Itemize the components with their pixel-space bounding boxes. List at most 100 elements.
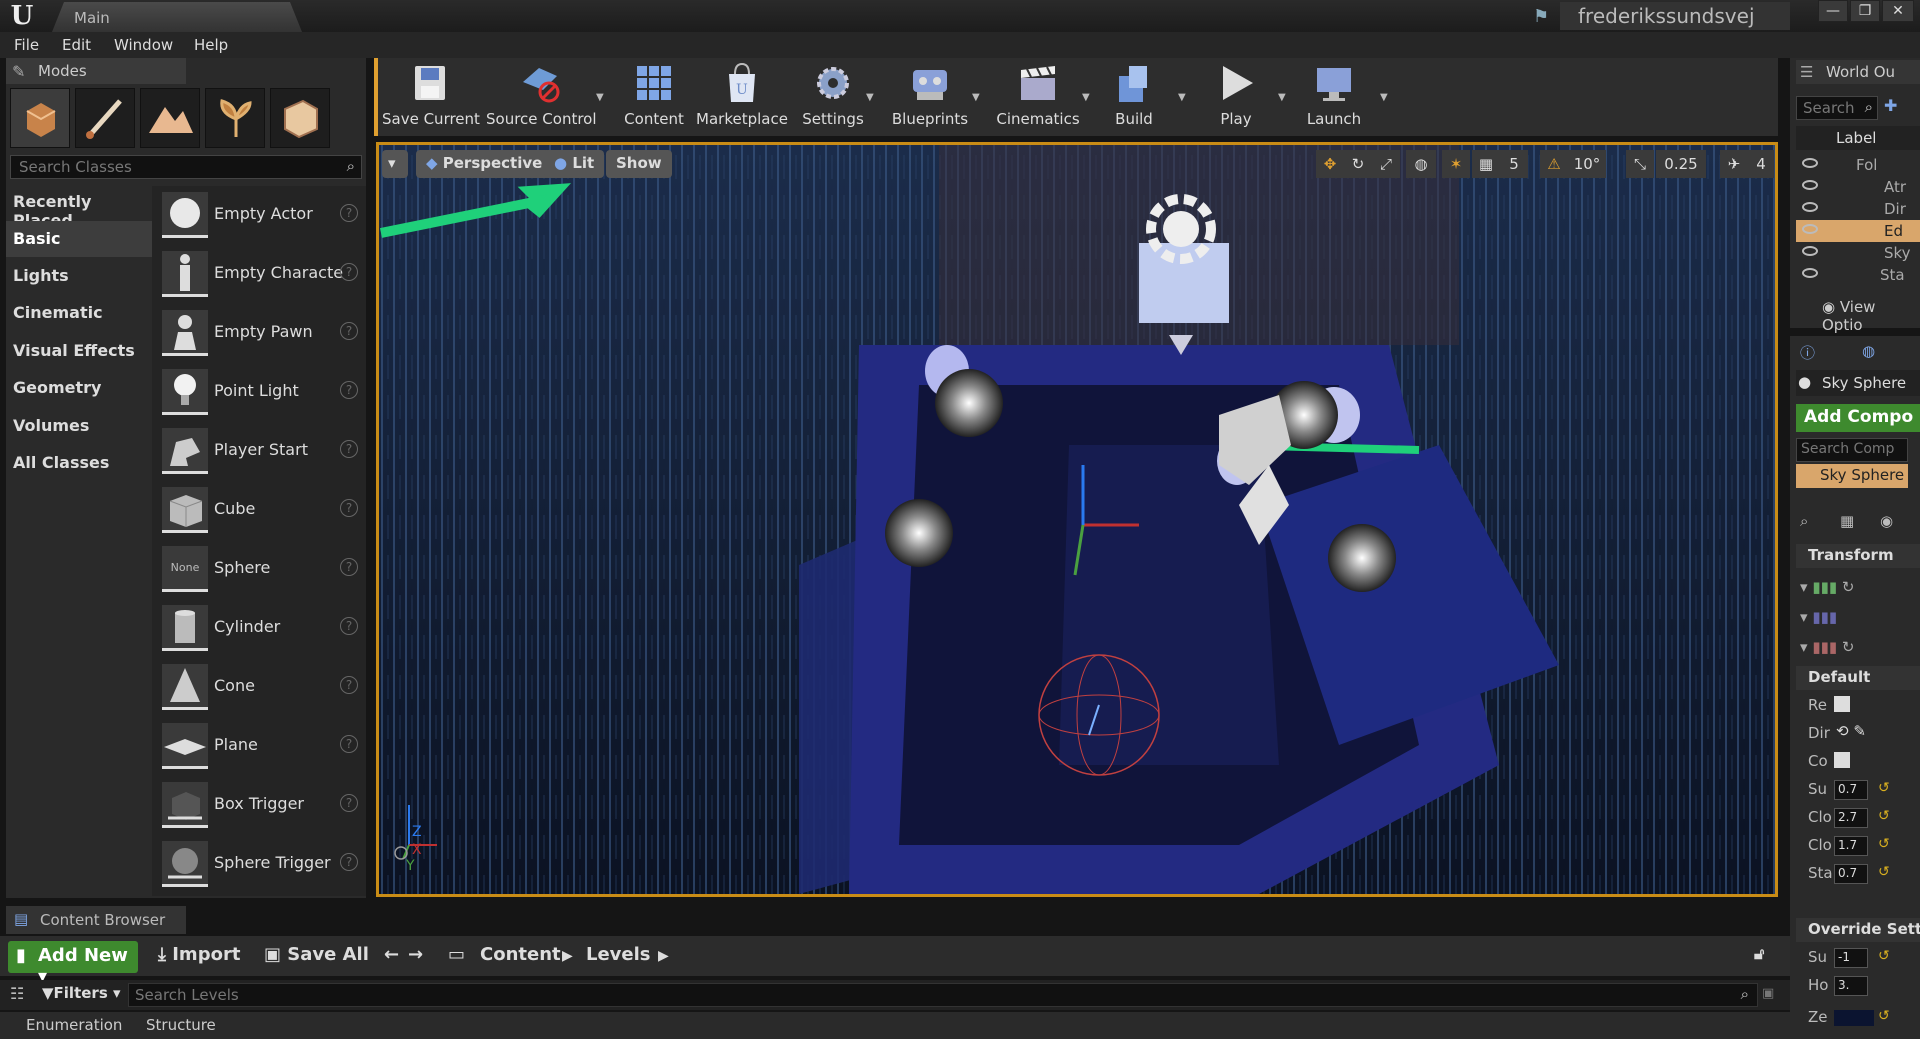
default-row-sun-brightness[interactable]: Su 0.7 ↺ [1796,778,1920,804]
reset-icon[interactable]: ↺ [1878,864,1890,880]
transform-fields[interactable]: ▾ ▮▮▮ ↻ ▾ ▮▮▮ ▾ ▮▮▮ ↻ [1800,572,1890,662]
visibility-eye-icon[interactable] [1802,268,1818,278]
paint-mode-icon[interactable] [75,88,135,148]
help-icon[interactable]: ? [340,440,358,458]
marketplace-button[interactable]: U Marketplace [694,62,790,134]
help-icon[interactable]: ? [340,322,358,340]
minimize-button[interactable]: — [1818,0,1848,22]
visibility-eye-icon[interactable] [1802,158,1818,168]
settings-button[interactable]: Settings [798,62,868,134]
reset-icon[interactable]: ↺ [1878,808,1890,824]
camera-speed-icon[interactable]: ✈ [1720,150,1748,178]
visibility-eye-icon[interactable] [1802,180,1818,190]
build-dropdown[interactable]: ▼ [1178,92,1186,103]
help-icon[interactable]: ? [340,263,358,281]
maximize-button[interactable]: ❐ [1850,0,1880,22]
scale-snap-value[interactable]: 0.25 [1656,150,1706,178]
override-settings-section[interactable]: Override Settin [1796,918,1920,942]
save-current-button[interactable]: Save Current [382,62,480,134]
visibility-eye-icon[interactable] [1802,224,1818,234]
path-content[interactable]: Content [480,944,561,965]
visibility-eye-icon[interactable] [1802,202,1818,212]
scale-tool-icon[interactable]: ⤢ [1372,150,1400,178]
override-row-zenith-color[interactable]: Ze ↺ [1796,1006,1920,1032]
override-row-sun-height[interactable]: Su -1 ↺ [1796,946,1920,972]
property-checkbox[interactable] [1834,752,1850,768]
play-dropdown[interactable]: ▼ [1278,92,1286,103]
picker-icon[interactable]: ⟲ ✎ [1836,722,1866,740]
grid-view-icon[interactable]: ▦ [1840,512,1854,530]
geometry-mode-icon[interactable] [270,88,330,148]
property-checkbox[interactable] [1834,696,1850,712]
default-row-cloud-opacity[interactable]: Clo 1.7 ↺ [1796,834,1920,860]
foliage-mode-icon[interactable] [205,88,265,148]
class-cube[interactable]: Cube? [152,481,366,539]
menu-help[interactable]: Help [194,36,228,54]
help-icon[interactable]: ? [340,204,358,222]
source-control-button[interactable]: Source Control [486,62,597,134]
search-classes-input[interactable]: Search Classes ⌕ [10,155,362,179]
grid-snap-icon[interactable]: ▦ [1472,150,1500,178]
settings-dropdown[interactable]: ▼ [866,92,874,103]
world-outliner-tab[interactable]: World Ou [1796,60,1920,84]
override-row-horizon-falloff[interactable]: Ho 3. [1796,974,1920,1000]
search-icon[interactable]: ⌕ [1800,512,1808,530]
eye-icon[interactable]: ◉ [1880,512,1893,530]
category-all-classes[interactable]: All Classes [6,445,152,481]
help-icon[interactable]: ? [340,381,358,399]
level-viewport[interactable] [376,142,1778,897]
class-empty-pawn[interactable]: Empty Pawn? [152,304,366,362]
visibility-eye-icon[interactable] [1802,246,1818,256]
add-component-button[interactable]: Add Compo [1796,404,1920,432]
help-icon[interactable]: ? [340,617,358,635]
outliner-row-directional-light[interactable]: Dir [1796,198,1920,220]
property-value[interactable]: -1 [1834,948,1868,968]
transform-section[interactable]: Transform [1796,544,1920,568]
source-control-dropdown[interactable]: ▼ [596,92,604,103]
landscape-mode-icon[interactable] [140,88,200,148]
path-separator-icon[interactable]: ▶ [658,948,669,964]
class-empty-actor[interactable]: Empty Actor? [152,186,366,244]
launch-dropdown[interactable]: ▼ [1380,92,1388,103]
reset-icon[interactable]: ↺ [1878,1008,1890,1024]
menu-window[interactable]: Window [114,36,173,54]
filters-button[interactable]: ▼Filters ▾ [42,984,121,1002]
category-volumes[interactable]: Volumes [6,408,152,444]
default-row-refresh[interactable]: Re [1796,694,1920,720]
surface-snap-icon[interactable]: ✶ [1442,150,1470,178]
asset-tab-structure[interactable]: Structure [146,1016,216,1034]
scale-snap-icon[interactable]: ⤡ [1626,150,1654,178]
path-separator-icon[interactable]: ▶ [562,948,573,964]
build-button[interactable]: Build [1102,62,1166,134]
viewport-options-dropdown[interactable]: ▾ [382,150,408,178]
close-button[interactable]: ✕ [1882,0,1914,22]
category-visual-effects[interactable]: Visual Effects [6,333,152,369]
path-levels[interactable]: Levels [586,944,651,965]
translate-tool-icon[interactable]: ✥ [1316,150,1344,178]
outliner-search-input[interactable]: Search ⌕ [1796,96,1878,120]
outliner-row-selected[interactable]: Ed [1796,220,1920,242]
selected-actor-name[interactable]: Sky Sphere [1796,370,1920,396]
asset-tab-enumeration[interactable]: Enumeration [26,1016,122,1034]
content-browser-tab[interactable]: Content Browser [6,906,186,934]
property-value[interactable]: 3. [1834,976,1868,996]
world-local-icon[interactable]: ◍ [1406,150,1436,178]
rotation-snap-icon[interactable]: ⚠ [1540,150,1568,178]
category-basic[interactable]: Basic [6,221,152,257]
default-row-cloud-speed[interactable]: Clo 2.7 ↺ [1796,806,1920,832]
menu-file[interactable]: File [14,36,39,54]
outliner-row-atmosphere[interactable]: Atr [1796,176,1920,198]
category-geometry[interactable]: Geometry [6,370,152,406]
save-all-button[interactable]: ▣ Save All [264,944,369,965]
help-icon[interactable]: ? [340,794,358,812]
category-cinematic[interactable]: Cinematic [6,295,152,331]
perspective-button[interactable]: ◆ Perspective [416,150,553,178]
property-value[interactable]: 0.7 [1834,780,1868,800]
blueprints-button[interactable]: Blueprints [888,62,972,134]
reset-icon[interactable]: ↺ [1878,780,1890,796]
default-row-colors[interactable]: Co [1796,750,1920,776]
category-lights[interactable]: Lights [6,258,152,294]
class-plane[interactable]: Plane? [152,717,366,775]
save-search-icon[interactable]: ▣ [1762,986,1774,1001]
history-forward-button[interactable]: → [408,944,423,965]
